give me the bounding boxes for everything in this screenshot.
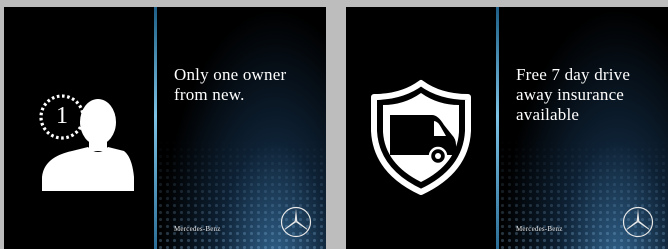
badge-number: 1 [56, 103, 68, 129]
mercedes-star-icon [280, 206, 312, 238]
brand-wordmark: Mercedes-Benz [516, 225, 563, 233]
mercedes-star-icon [622, 206, 654, 238]
headline: Free 7 day drive away insurance availabl… [516, 65, 661, 125]
icon-panel [346, 7, 496, 249]
headline-line: Free 7 day drive [516, 65, 631, 84]
text-panel: Only one owner from new. Mercedes-Benz [157, 7, 326, 249]
headline-line: available [516, 105, 580, 124]
van-shield-icon [371, 80, 471, 195]
headline-line: from new. [174, 85, 245, 104]
headline: Only one owner from new. [174, 65, 319, 105]
icon-panel: 1 [4, 7, 154, 249]
headline-line: Only one owner [174, 65, 287, 84]
headline-line: away insurance [516, 85, 625, 104]
promo-card-insurance: Free 7 day drive away insurance availabl… [346, 7, 668, 249]
person-icon [39, 94, 134, 191]
brand-wordmark: Mercedes-Benz [174, 225, 221, 233]
promo-card-owner: 1 Only one owner from new. Mercedes-Benz [4, 7, 326, 249]
text-panel: Free 7 day drive away insurance availabl… [499, 7, 668, 249]
